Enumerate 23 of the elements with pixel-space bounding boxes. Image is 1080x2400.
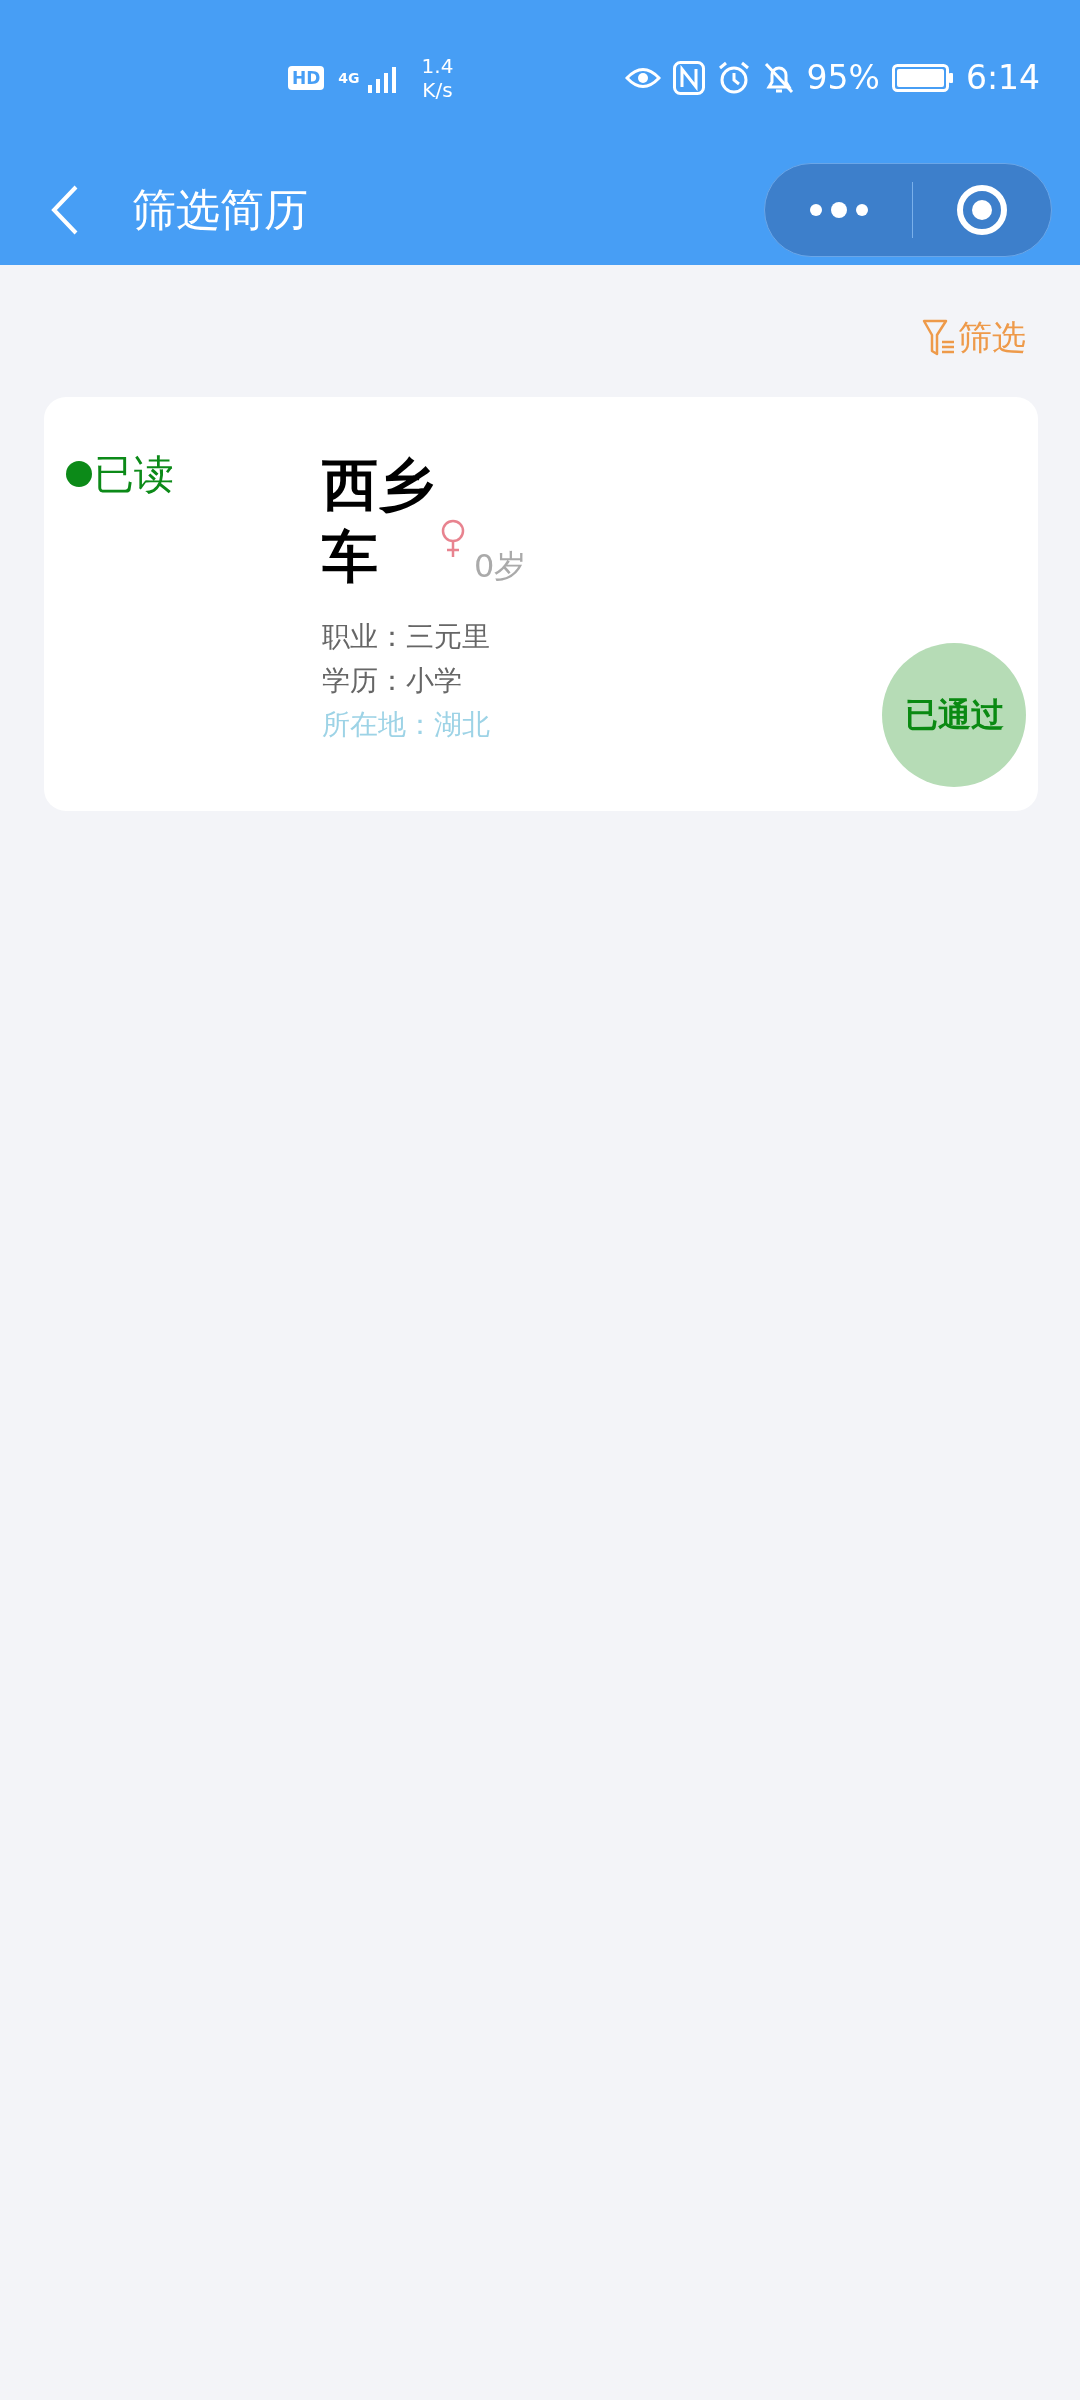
page-title: 筛选简历: [132, 182, 309, 237]
read-status: 已读: [94, 449, 174, 499]
back-icon[interactable]: [50, 184, 80, 236]
alarm-icon: [716, 60, 751, 95]
speed-unit: K/s: [422, 77, 453, 102]
battery-icon: [891, 63, 954, 92]
location-text: 所在地：湖北: [322, 707, 491, 743]
close-target-icon[interactable]: [955, 184, 1008, 236]
resume-card[interactable]: 已读 西乡车 0岁 职业：三元里 学历：小学 所在地：湖北 已通过: [44, 397, 1038, 811]
speed-value: 1.4: [421, 53, 454, 78]
battery-percent: 95%: [806, 58, 880, 97]
more-icon[interactable]: [808, 200, 871, 220]
job-text: 职业：三元里: [322, 619, 491, 655]
candidate-age: 0岁: [474, 546, 527, 587]
candidate-name: 西乡车: [322, 451, 435, 591]
funnel-icon: [922, 318, 956, 358]
clock-time: 6:14: [965, 58, 1040, 97]
nfc-icon: [672, 60, 705, 95]
network-label: 4G: [338, 69, 360, 86]
muted-bell-icon: [762, 60, 795, 95]
status-badge: 已通过: [882, 643, 1026, 787]
education-text: 学历：小学: [322, 663, 463, 699]
hd-badge: HD: [288, 65, 325, 90]
